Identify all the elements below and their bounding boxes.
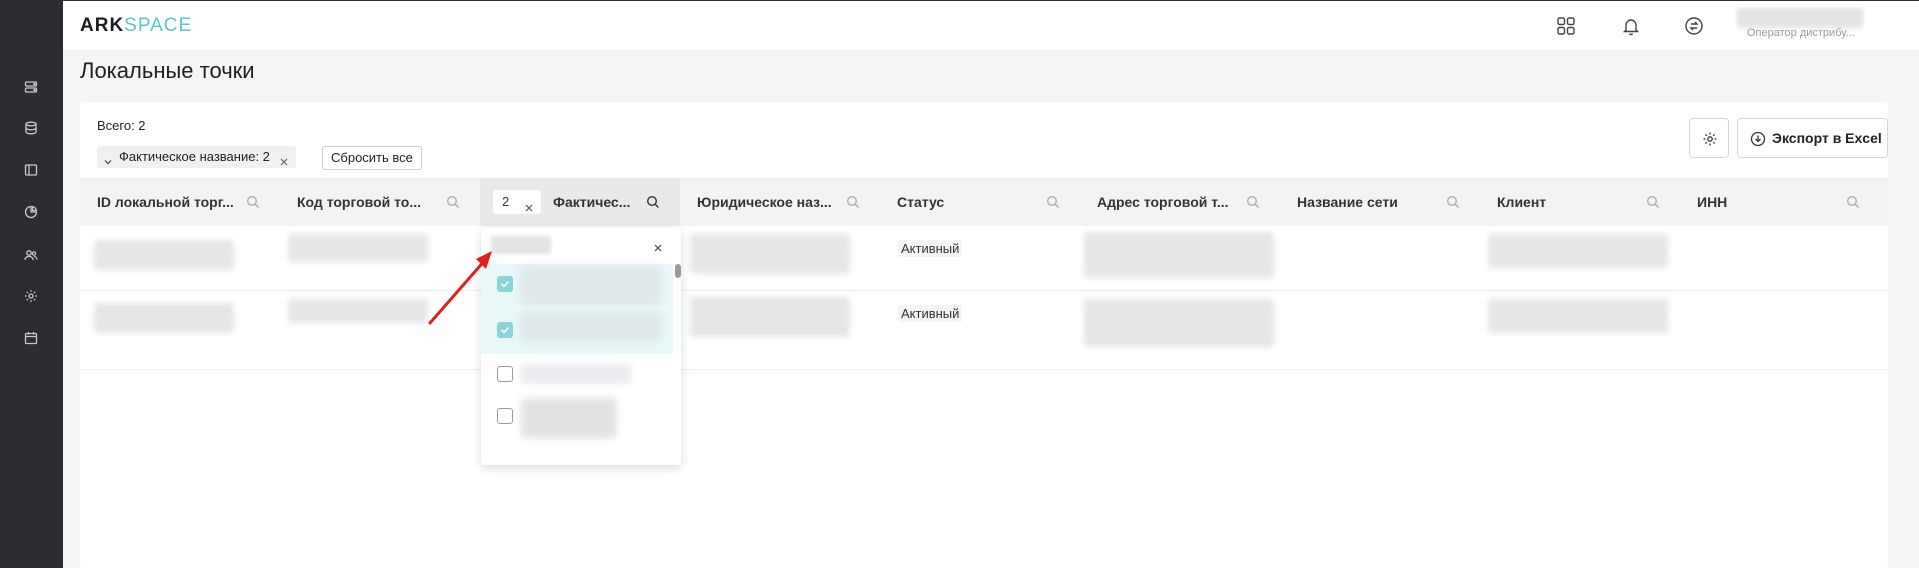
redacted-cell <box>94 303 234 333</box>
logo[interactable]: ARKSPACE <box>80 15 192 37</box>
redacted-cell <box>288 234 428 262</box>
column-header-legal-name[interactable]: Юридическое наз... <box>680 178 880 226</box>
search-icon[interactable] <box>646 195 660 209</box>
column-header-status[interactable]: Статус <box>880 178 1080 226</box>
column-header-label: Название сети <box>1297 194 1398 210</box>
column-header-trade-code[interactable]: Код торговой то... <box>280 178 480 226</box>
redacted-cell <box>1084 299 1274 347</box>
filter-search-input-redacted[interactable] <box>491 236 551 254</box>
user-name-redacted[interactable] <box>1737 8 1863 28</box>
checkbox-unchecked[interactable] <box>497 366 513 382</box>
redacted-cell <box>1488 234 1668 268</box>
logo-ark: ARK <box>80 15 125 36</box>
search-icon[interactable] <box>1046 195 1060 209</box>
table-header: ID локальной торг... Код торговой то... … <box>80 178 1888 226</box>
table-row[interactable]: Активный <box>80 226 1888 291</box>
status-badge: Активный <box>898 305 963 322</box>
close-icon[interactable] <box>279 152 289 166</box>
column-header-label: Статус <box>897 194 945 210</box>
redacted-option-label <box>521 266 661 306</box>
filter-option[interactable] <box>481 264 673 306</box>
column-header-label: Клиент <box>1497 194 1547 210</box>
topbar: ARKSPACE Оператор дистрибу... <box>63 0 1919 50</box>
database-icon[interactable] <box>24 121 38 135</box>
search-icon[interactable] <box>1646 195 1660 209</box>
column-header-label: Фактичес... <box>553 194 631 210</box>
column-header-address[interactable]: Адрес торговой т... <box>1080 178 1280 226</box>
column-header-label: ID локальной торг... <box>97 194 234 210</box>
redacted-option-label <box>521 398 617 438</box>
server-icon[interactable] <box>24 80 38 94</box>
column-header-network[interactable]: Название сети <box>1280 178 1480 226</box>
close-icon[interactable] <box>524 197 534 212</box>
layout-icon[interactable] <box>24 163 38 177</box>
redacted-option-label <box>521 364 631 384</box>
filter-count: 2 <box>502 194 510 209</box>
logo-space: SPACE <box>124 15 193 36</box>
chevron-down-icon[interactable] <box>103 152 113 165</box>
sync-icon[interactable] <box>1684 16 1704 36</box>
search-icon[interactable] <box>1446 195 1460 209</box>
search-icon[interactable] <box>1246 195 1260 209</box>
filter-dropdown[interactable] <box>481 228 681 465</box>
redacted-option-label <box>521 312 661 342</box>
redacted-cell <box>94 240 234 270</box>
redacted-cell <box>690 297 850 337</box>
filter-option[interactable] <box>481 306 673 354</box>
user-role: Оператор дистрибу... <box>1747 27 1855 39</box>
column-header-label: ИНН <box>1697 194 1728 210</box>
redacted-cell <box>1084 232 1274 278</box>
column-header-actual-name[interactable]: 2 Фактичес... <box>480 178 680 226</box>
filter-option[interactable] <box>481 354 673 396</box>
gear-icon <box>1703 132 1717 146</box>
search-icon[interactable] <box>446 195 460 209</box>
redacted-cell <box>1488 299 1668 333</box>
column-header-label: Юридическое наз... <box>697 194 832 210</box>
scrollbar[interactable] <box>675 264 681 278</box>
export-excel-button[interactable]: Экспорт в Excel <box>1737 118 1888 158</box>
column-header-client[interactable]: Клиент <box>1480 178 1680 226</box>
redacted-cell <box>690 234 850 274</box>
filter-count-badge[interactable]: 2 <box>493 190 541 214</box>
table-row[interactable]: Активный <box>80 291 1888 370</box>
redacted-cell <box>288 299 428 323</box>
column-header-inn[interactable]: ИНН <box>1680 178 1888 226</box>
pie-chart-icon[interactable] <box>24 205 38 219</box>
column-header-local-id[interactable]: ID локальной торг... <box>80 178 280 226</box>
users-icon[interactable] <box>24 248 38 262</box>
apps-grid-icon[interactable] <box>1556 16 1576 36</box>
search-icon[interactable] <box>246 195 260 209</box>
bell-icon[interactable] <box>1621 16 1641 36</box>
gear-icon[interactable] <box>24 289 38 303</box>
column-header-label: Код торговой то... <box>297 194 422 210</box>
annotation-arrow <box>428 251 492 325</box>
status-badge: Активный <box>898 240 963 257</box>
calendar-icon[interactable] <box>24 331 38 345</box>
search-icon[interactable] <box>1846 195 1860 209</box>
export-excel-label: Экспорт в Excel <box>1772 130 1882 146</box>
search-icon[interactable] <box>846 195 860 209</box>
filter-option[interactable] <box>481 396 673 446</box>
sidebar <box>0 0 63 568</box>
column-header-label: Адрес торговой т... <box>1097 194 1229 210</box>
total-count: Всего: 2 <box>97 118 146 133</box>
reset-all-button[interactable]: Сбросить все <box>322 146 422 170</box>
checkbox-unchecked[interactable] <box>497 408 513 424</box>
filter-chip[interactable]: Фактическое название: 2 <box>97 146 296 168</box>
table-settings-button[interactable] <box>1689 118 1729 158</box>
download-icon <box>1750 131 1766 147</box>
close-icon[interactable] <box>653 240 663 252</box>
table-card: Всего: 2 Фактическое название: 2 Сбросит… <box>80 102 1888 568</box>
page-title: Локальные точки <box>80 58 255 83</box>
filter-chip-label: Фактическое название: 2 <box>119 149 270 164</box>
